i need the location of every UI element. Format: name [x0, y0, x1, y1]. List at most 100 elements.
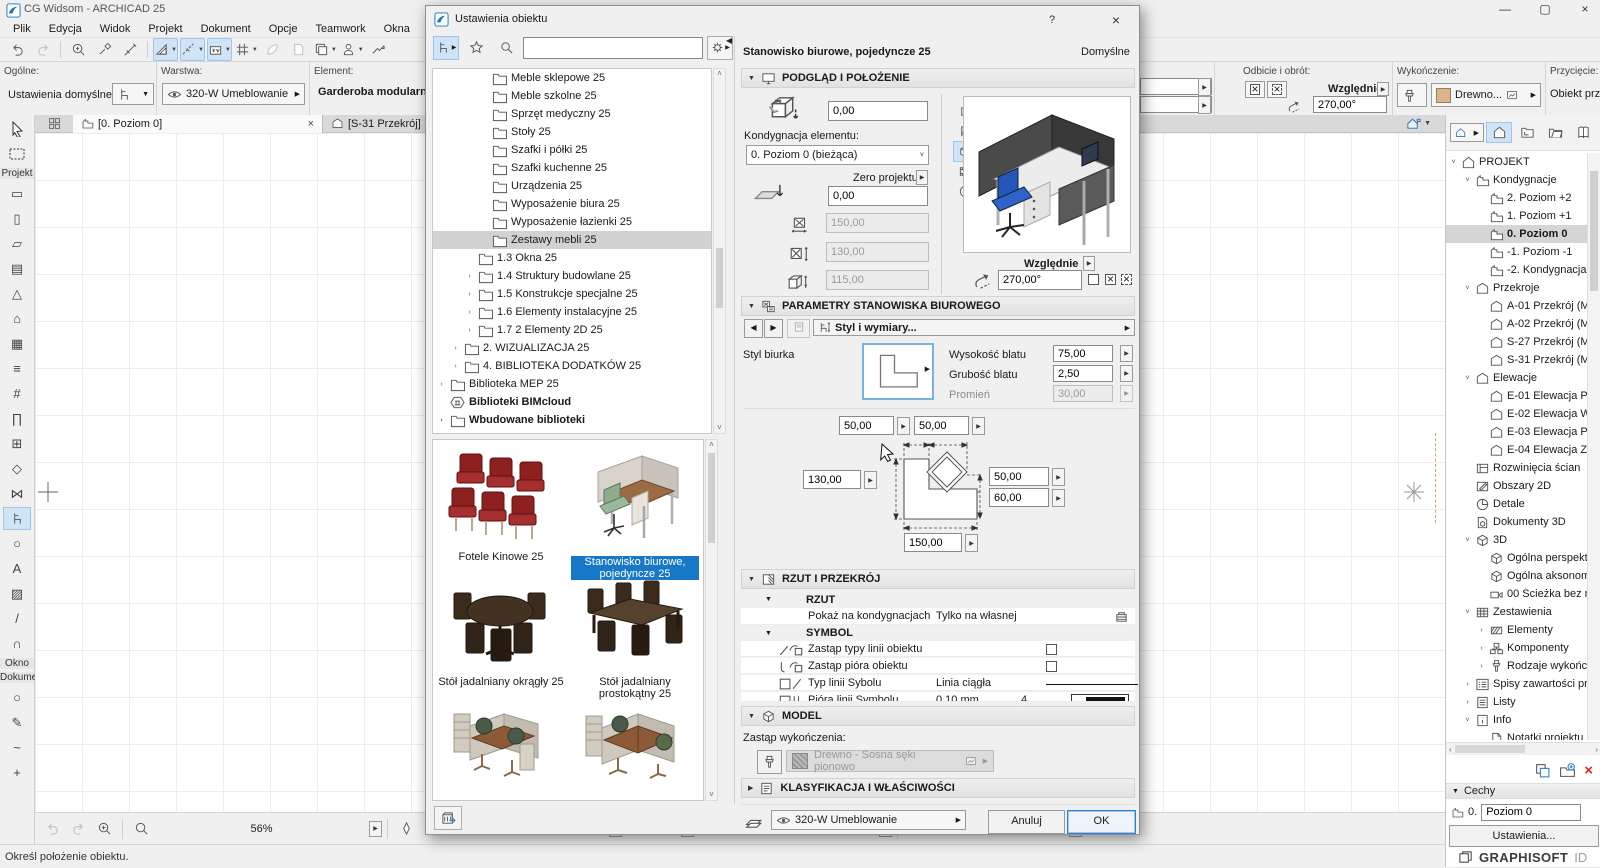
thumbnails-scrollbar[interactable]: ˄ ˅	[705, 439, 718, 801]
library-tree-item[interactable]: ›2. WIZUALIZACJA 25	[433, 339, 711, 357]
chevron-open-icon[interactable]: ˅	[1463, 609, 1472, 616]
roof-tool[interactable]: △	[3, 282, 31, 305]
menu-item[interactable]: Teamwork	[306, 22, 374, 36]
symbol-row-value[interactable]: 0.10 mm	[936, 694, 979, 702]
minimize-button[interactable]: —	[1498, 2, 1512, 16]
navigator-tree-item[interactable]: E-04 Elewacja Z (Mo	[1446, 441, 1589, 459]
layout-book-tab[interactable]	[1542, 122, 1568, 143]
quick-options-button[interactable]: ▼	[1406, 116, 1431, 131]
menu-item[interactable]: Okna	[375, 22, 419, 36]
navigator-tree-item[interactable]: A-01 Przekrój (Mod	[1446, 297, 1589, 315]
undo-button[interactable]	[5, 38, 29, 61]
settings-pages-button[interactable]	[787, 319, 810, 338]
navigator-tree-item[interactable]: 2. Poziom +2	[1446, 189, 1589, 207]
mirror-x-button[interactable]	[1245, 81, 1265, 98]
project-chooser-button[interactable]: ▶	[1450, 123, 1484, 142]
chevron-open-icon[interactable]: ˅	[1449, 159, 1458, 166]
chevron-open-icon[interactable]: ˅	[1463, 177, 1472, 184]
override-paint-button[interactable]	[757, 750, 782, 774]
orientation-icon[interactable]	[394, 817, 418, 840]
dim-left-input[interactable]	[803, 470, 861, 489]
menu-item[interactable]: Plik	[4, 22, 40, 36]
chevron-right-icon[interactable]: ›	[437, 381, 446, 388]
slab-tool[interactable]: ▤	[3, 257, 31, 280]
navigator-tree-item[interactable]: -2. Kondygnacja	[1446, 261, 1589, 279]
marquee-tool[interactable]	[3, 142, 31, 165]
navigator-tree-item[interactable]: ˅3D	[1446, 531, 1589, 549]
desk-thickness-input[interactable]	[1053, 365, 1113, 382]
chevron-open-icon[interactable]: ˅	[1463, 537, 1472, 544]
dialog-close-button[interactable]: ×	[1101, 10, 1131, 29]
scroll-up-icon[interactable]: ˄	[706, 440, 717, 449]
dialog-help-button[interactable]: ?	[1037, 10, 1067, 29]
object-type-button[interactable]: ▶	[433, 36, 459, 60]
trace-reference-button[interactable]	[261, 38, 285, 61]
rzut-subheader[interactable]: ▼ RZUT	[741, 591, 1135, 608]
library-part-thumbnail[interactable]: Fotele Kinowe 25	[437, 446, 565, 563]
pen-number[interactable]: 4	[1021, 694, 1027, 702]
navigator-tree-item[interactable]: S-27 Przekrój (Mode	[1446, 333, 1589, 351]
library-tree-item[interactable]: Urządzenia 25	[433, 177, 711, 195]
navigator-vscrollbar[interactable]	[1587, 153, 1600, 740]
navigator-tree-item[interactable]: Ogólna perspektyw	[1446, 549, 1589, 567]
layer-combo[interactable]: 320-W Umeblowanie ▶	[162, 83, 305, 105]
clone-folder-icon[interactable]	[1534, 762, 1551, 779]
desk-style-preview[interactable]: ▶	[862, 343, 934, 400]
top-offset-input[interactable]	[828, 101, 928, 121]
menu-item[interactable]: Widok	[91, 22, 140, 36]
navigator-tree-item[interactable]: ˅Zestawienia	[1446, 603, 1589, 621]
mirror-y-button[interactable]	[1267, 81, 1287, 98]
desk-thickness-menu[interactable]	[1120, 365, 1133, 382]
navigator-tree-item[interactable]: ›Elementy	[1446, 621, 1589, 639]
navigator-tree-item[interactable]: ›Komponenty	[1446, 639, 1589, 657]
navigator-tree-item[interactable]: ›Rodzaje wykończe	[1446, 657, 1589, 675]
library-tree-item[interactable]: Stoły 25	[433, 123, 711, 141]
navigator-tree-item[interactable]: ›Spisy zawartości proj	[1446, 675, 1589, 693]
section-model-header[interactable]: ▼ MODEL	[741, 706, 1135, 726]
symbol-row-checkbox[interactable]	[1046, 644, 1057, 655]
element-info-button[interactable]	[66, 38, 90, 61]
desk-height-menu[interactable]	[1120, 345, 1133, 362]
menu-item[interactable]: Projekt	[139, 22, 191, 36]
pane-divider[interactable]	[734, 36, 735, 804]
preset-page-combo[interactable]: Styl i wymiary... ▶	[813, 319, 1135, 336]
beam-tool[interactable]: ▱	[3, 232, 31, 255]
tab-overview-button[interactable]	[35, 117, 73, 130]
zoom-in-icon[interactable]	[92, 817, 116, 840]
curtain-wall-tool[interactable]: ▦	[3, 332, 31, 355]
object-3d-preview[interactable]	[963, 96, 1131, 253]
publisher-tab[interactable]	[1570, 122, 1596, 143]
library-tree-item[interactable]: ›1.5 Konstrukcje specjalne 25	[433, 285, 711, 303]
chevron-open-icon[interactable]: ˅	[1463, 717, 1472, 724]
dim-right2-input[interactable]	[989, 488, 1049, 507]
library-tree-item[interactable]: Meble sklepowe 25	[433, 69, 711, 87]
profile-person-button[interactable]: ▼	[340, 38, 365, 61]
menu-item[interactable]: Dokument	[192, 22, 260, 36]
chevron-right-icon[interactable]: ›	[465, 273, 474, 280]
pen-color-swatch[interactable]	[1071, 694, 1129, 702]
mirrored-checkbox[interactable]	[1105, 274, 1116, 285]
close-button[interactable]: ×	[1578, 2, 1592, 16]
scroll-up-icon[interactable]: ˄	[714, 69, 725, 78]
relative-menu[interactable]	[1083, 256, 1095, 271]
library-part-thumbnail[interactable]: Stół jadalniany okrągły 25	[437, 571, 565, 688]
story-name-input[interactable]	[1481, 804, 1581, 821]
navigator-tree-item[interactable]: -1. Poziom -1	[1446, 243, 1589, 261]
library-tree-item[interactable]: ›4. BIBLIOTEKA DODATKÓW 25	[433, 357, 711, 375]
text-tool[interactable]: A	[3, 557, 31, 580]
section-params-header[interactable]: ▼ PARAMETRY STANOWISKA BIUROWEGO	[741, 296, 1135, 316]
library-tree-item[interactable]: Sprzęt medyczny 25	[433, 105, 711, 123]
delete-icon[interactable]: ×	[1584, 763, 1593, 778]
symbol-setting-row[interactable]: Typ linii SyboluLinia ciągła	[741, 675, 1135, 691]
dialog-title-bar[interactable]: Ustawienia obiektu	[426, 6, 1139, 32]
chevron-closed-icon[interactable]: ›	[1463, 681, 1472, 688]
object-tool[interactable]	[3, 507, 31, 530]
guide-lines-button[interactable]: ▼	[153, 38, 178, 61]
select-arrow-tool[interactable]	[3, 117, 31, 140]
dim-right1-menu[interactable]	[1052, 468, 1065, 486]
navigator-tree-item[interactable]: A-02 Przekrój (Mod	[1446, 315, 1589, 333]
chevron-closed-icon[interactable]: ›	[1477, 627, 1486, 634]
library-tree-item[interactable]: Biblioteki BIMcloud	[433, 393, 711, 411]
properties-section-header[interactable]: ▼ Cechy	[1446, 783, 1600, 799]
library-part-thumbnail[interactable]: Stół jadalniany prostokątny 25	[571, 571, 699, 700]
